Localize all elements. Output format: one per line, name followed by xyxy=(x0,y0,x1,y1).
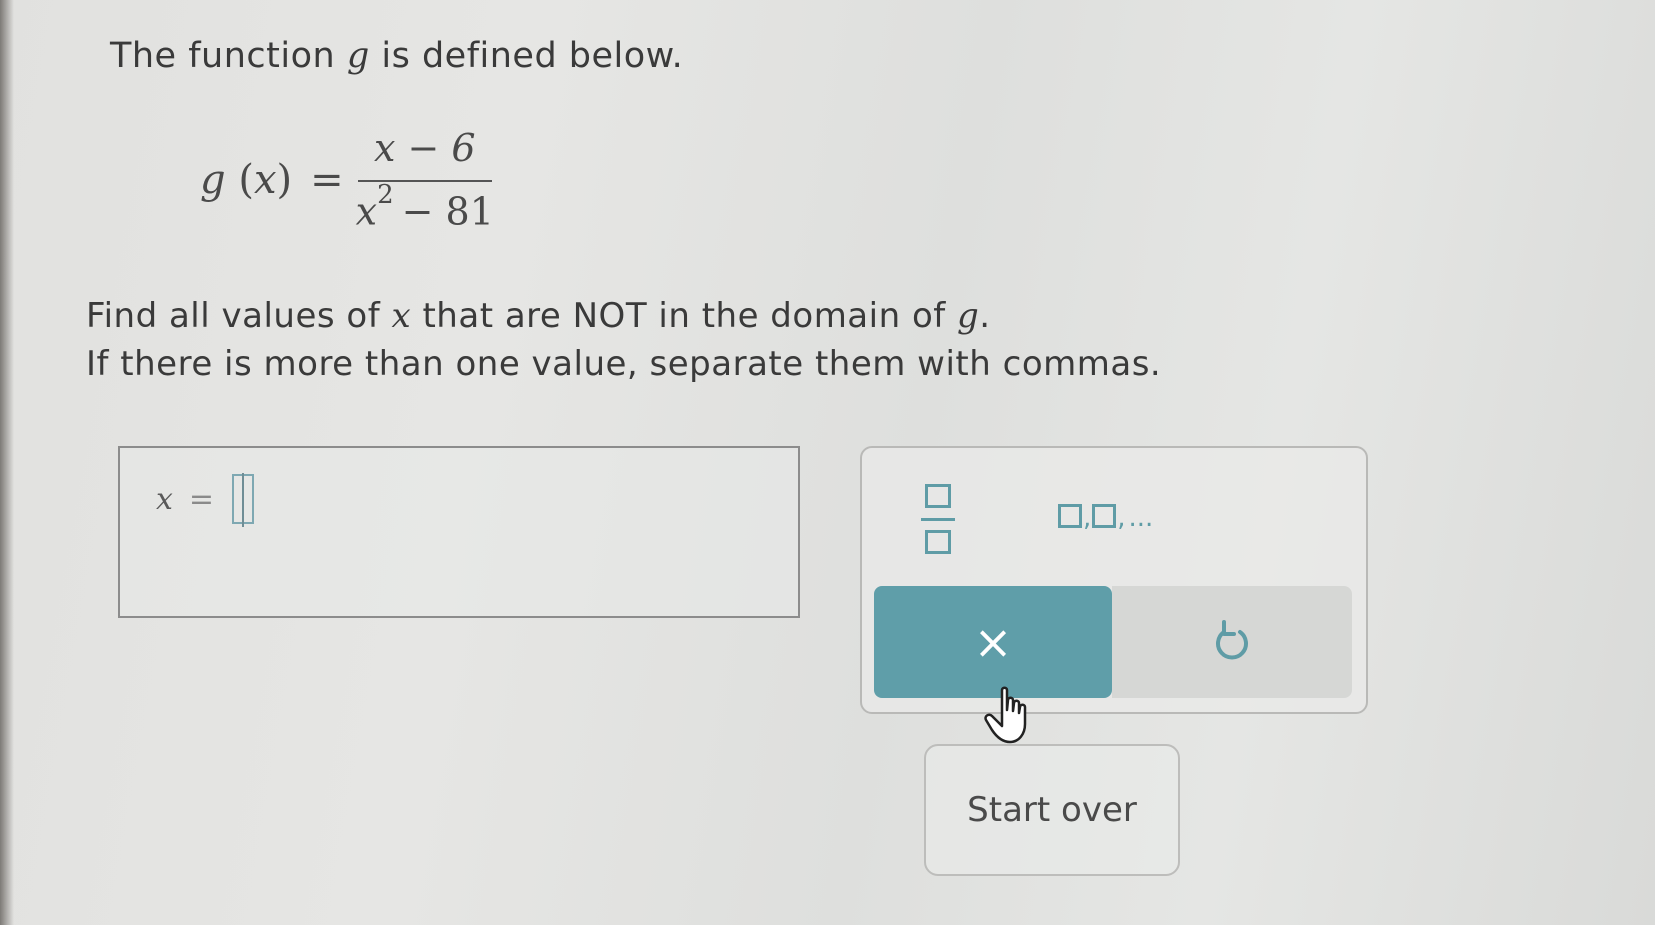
denominator-constant: − 81 xyxy=(401,189,494,234)
function-lhs: g (x) xyxy=(200,157,292,203)
function-argument: x xyxy=(253,157,277,203)
intro-text-end: is defined below. xyxy=(369,36,684,76)
fraction-denominator-box xyxy=(925,530,951,554)
instructions: Find all values of x that are NOT in the… xyxy=(86,292,1161,388)
question-intro: The function g is defined below. xyxy=(110,36,683,76)
denominator-base: x xyxy=(355,189,378,234)
clear-button[interactable]: × xyxy=(874,586,1112,698)
close-paren: ) xyxy=(276,157,293,203)
undo-button[interactable] xyxy=(1112,586,1352,698)
fraction-bar xyxy=(921,517,955,521)
instruction-line-1: Find all values of x that are NOT in the… xyxy=(86,292,1161,340)
function-formula: g (x) = x − 6 x2− 81 xyxy=(200,120,494,240)
instruction-text: Find all values of xyxy=(86,296,392,336)
list-comma: , xyxy=(1117,503,1126,533)
intro-text: The function xyxy=(110,36,347,76)
answer-equals: = xyxy=(188,481,215,517)
denominator-exponent: 2 xyxy=(377,180,394,211)
fraction-icon[interactable] xyxy=(920,484,956,554)
list-ellipsis: ... xyxy=(1128,503,1154,533)
undo-icon xyxy=(1216,620,1248,660)
math-keypad: ,,... × xyxy=(860,446,1368,714)
instruction-line-2: If there is more than one value, separat… xyxy=(86,344,1162,384)
list-box-2 xyxy=(1092,504,1117,528)
instruction-text-mid: that are NOT in the domain of xyxy=(411,296,958,336)
answer-input-field[interactable] xyxy=(232,473,255,527)
screen-edge-shadow xyxy=(0,0,14,925)
numerator: x − 6 xyxy=(357,126,492,183)
instruction-var-x: x xyxy=(391,296,412,336)
open-paren: ( xyxy=(238,157,254,203)
fraction: x − 6 x2− 81 xyxy=(356,126,494,234)
list-box-1 xyxy=(1058,504,1082,528)
close-icon: × xyxy=(973,615,1013,669)
answer-row: x = xyxy=(156,473,255,527)
instruction-var-g: g xyxy=(957,296,980,336)
intro-function-var: g xyxy=(346,36,370,76)
start-over-button[interactable]: Start over xyxy=(924,744,1180,876)
instruction-period: . xyxy=(979,296,991,336)
list-icon[interactable]: ,,... xyxy=(1058,503,1154,533)
list-comma: , xyxy=(1083,503,1092,533)
fraction-numerator-box xyxy=(925,484,951,508)
answer-variable: x xyxy=(156,481,173,517)
function-name: g xyxy=(200,157,226,203)
hand-pointer-icon xyxy=(984,686,1027,744)
answer-input-box[interactable]: x = xyxy=(118,446,800,618)
denominator: x2− 81 xyxy=(355,180,494,234)
equals-sign: = xyxy=(310,157,344,203)
